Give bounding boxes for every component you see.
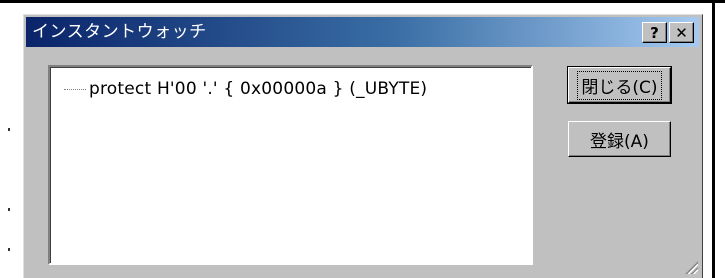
help-button[interactable]: ?: [642, 22, 667, 43]
watch-list[interactable]: protect H'00 '.' { 0x00000a } (_UBYTE): [48, 65, 533, 265]
list-item[interactable]: protect H'00 '.' { 0x00000a } (_UBYTE): [64, 79, 427, 99]
register-label: 登録(A): [590, 131, 649, 152]
close-dialog-button[interactable]: 閉じる(C): [567, 66, 672, 104]
resize-grip-icon[interactable]: [684, 260, 698, 274]
background-marker: [8, 128, 10, 131]
window-title: インスタントウォッチ: [32, 22, 207, 42]
background-top-rule: [0, 0, 725, 3]
title-close-button[interactable]: ✕: [669, 22, 694, 43]
background-right-rule: [712, 0, 715, 278]
close-icon: ✕: [675, 23, 688, 42]
register-button[interactable]: 登録(A): [568, 121, 671, 157]
watch-expression: protect H'00 '.' { 0x00000a } (_UBYTE): [89, 79, 428, 99]
close-dialog-label: 閉じる(C): [577, 70, 662, 100]
help-icon: ?: [650, 23, 659, 42]
title-bar[interactable]: インスタントウォッチ ? ✕: [26, 17, 699, 47]
instant-watch-dialog: インスタントウォッチ ? ✕ protect H'00 '.' { 0x0000…: [23, 14, 703, 278]
background-marker: [8, 248, 10, 251]
tree-connector-icon: [64, 88, 86, 90]
background-marker: [8, 208, 10, 211]
